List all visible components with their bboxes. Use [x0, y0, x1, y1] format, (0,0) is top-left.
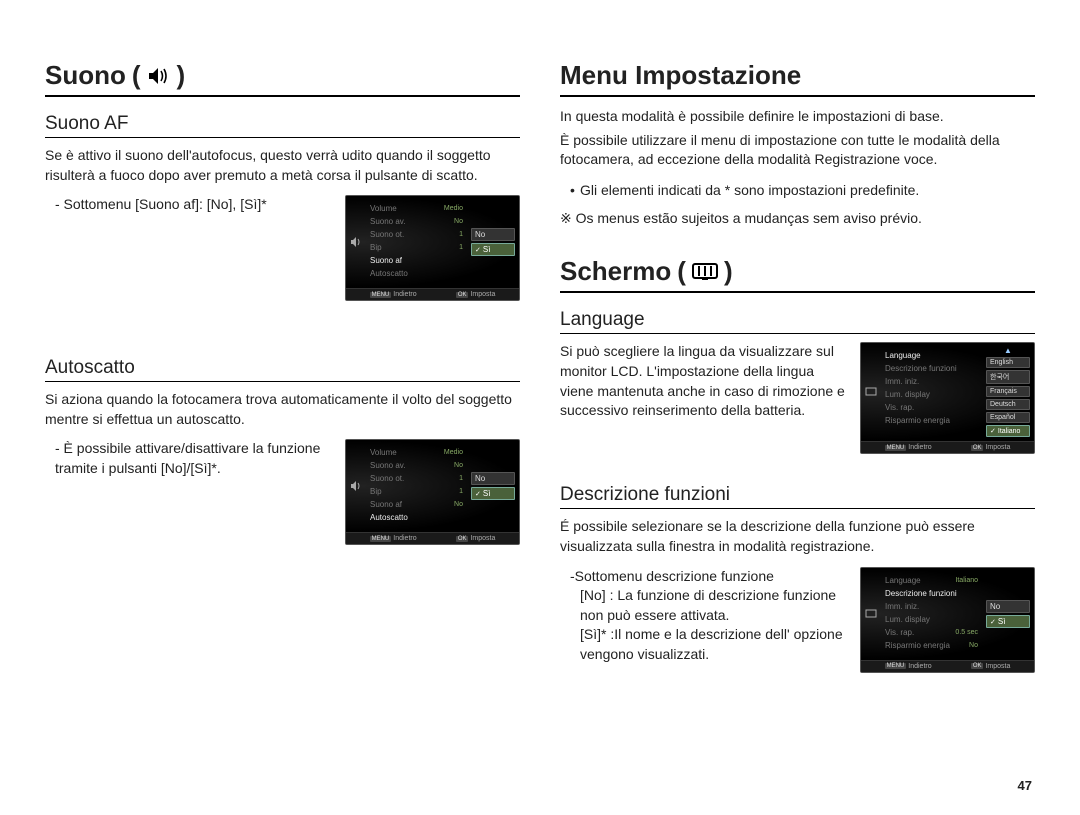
subheading-descrizione: Descrizione funzioni — [560, 484, 1035, 509]
display-icon — [692, 263, 718, 281]
page-number: 47 — [1018, 778, 1032, 793]
subheading-language: Language — [560, 309, 1035, 334]
menuimp-p1: In questa modalità è possibile definire … — [560, 107, 1035, 127]
desc-subhead: -Sottomenu descrizione funzione — [560, 567, 846, 587]
speaker-mini-icon — [350, 480, 362, 492]
menuimp-note: ※ Os menus estão sujeitos a mudanças sem… — [560, 209, 1035, 229]
heading-suono-text: Suono — [45, 60, 126, 91]
heading-schermo: Schermo ( ) — [560, 256, 1035, 293]
descrizione-body: É possibile selezionare se la descrizion… — [560, 517, 1035, 556]
menuimp-p2: È possibile utilizzare il menu di impost… — [560, 131, 1035, 170]
right-column: Menu Impostazione In questa modalità è p… — [560, 60, 1035, 673]
display-mini-icon — [865, 387, 877, 397]
camera-ui-autoscatto: VolumeMedio Suono av.No Suono ot.1 Bip1 … — [345, 439, 520, 545]
suono-af-sub: - Sottomenu [Suono af]: [No], [Sì]* — [45, 195, 331, 215]
suono-af-body: Se è attivo il suono dell'autofocus, que… — [45, 146, 520, 185]
display-mini-icon — [865, 609, 877, 619]
autoscatto-body: Si aziona quando la fotocamera trova aut… — [45, 390, 520, 429]
camera-ui-descrizione: LanguageItaliano Descrizione funzioni Im… — [860, 567, 1035, 673]
heading-menu-impostazione: Menu Impostazione — [560, 60, 1035, 97]
menuimp-bullet: •Gli elementi indicati da * sono imposta… — [560, 180, 1035, 201]
opt-no: No — [471, 472, 515, 485]
opt-si: Sì — [471, 243, 515, 256]
left-column: Suono ( ) Suono AF Se è attivo il suono … — [45, 60, 520, 673]
sound-icon — [147, 66, 171, 86]
camera-ui-suono-af: VolumeMedio Suono av.No Suono ot.1 Bip1 … — [345, 195, 520, 301]
heading-suono: Suono ( ) — [45, 60, 520, 97]
subheading-autoscatto: Autoscatto — [45, 357, 520, 382]
subheading-suono-af: Suono AF — [45, 113, 520, 138]
opt-si: Sì — [471, 487, 515, 500]
camera-ui-language: Language Descrizione funzioni Imm. iniz.… — [860, 342, 1035, 454]
desc-si-row: [Sì]* :Il nome e la descrizione dell' op… — [560, 625, 846, 664]
autoscatto-sub: - È possibile attivare/disattivare la fu… — [45, 439, 331, 478]
opt-no: No — [471, 228, 515, 241]
desc-no-row: [No] : La funzione di descrizione funzio… — [560, 586, 846, 625]
speaker-mini-icon — [350, 236, 362, 248]
language-body: Si può scegliere la lingua da visualizza… — [560, 342, 846, 420]
